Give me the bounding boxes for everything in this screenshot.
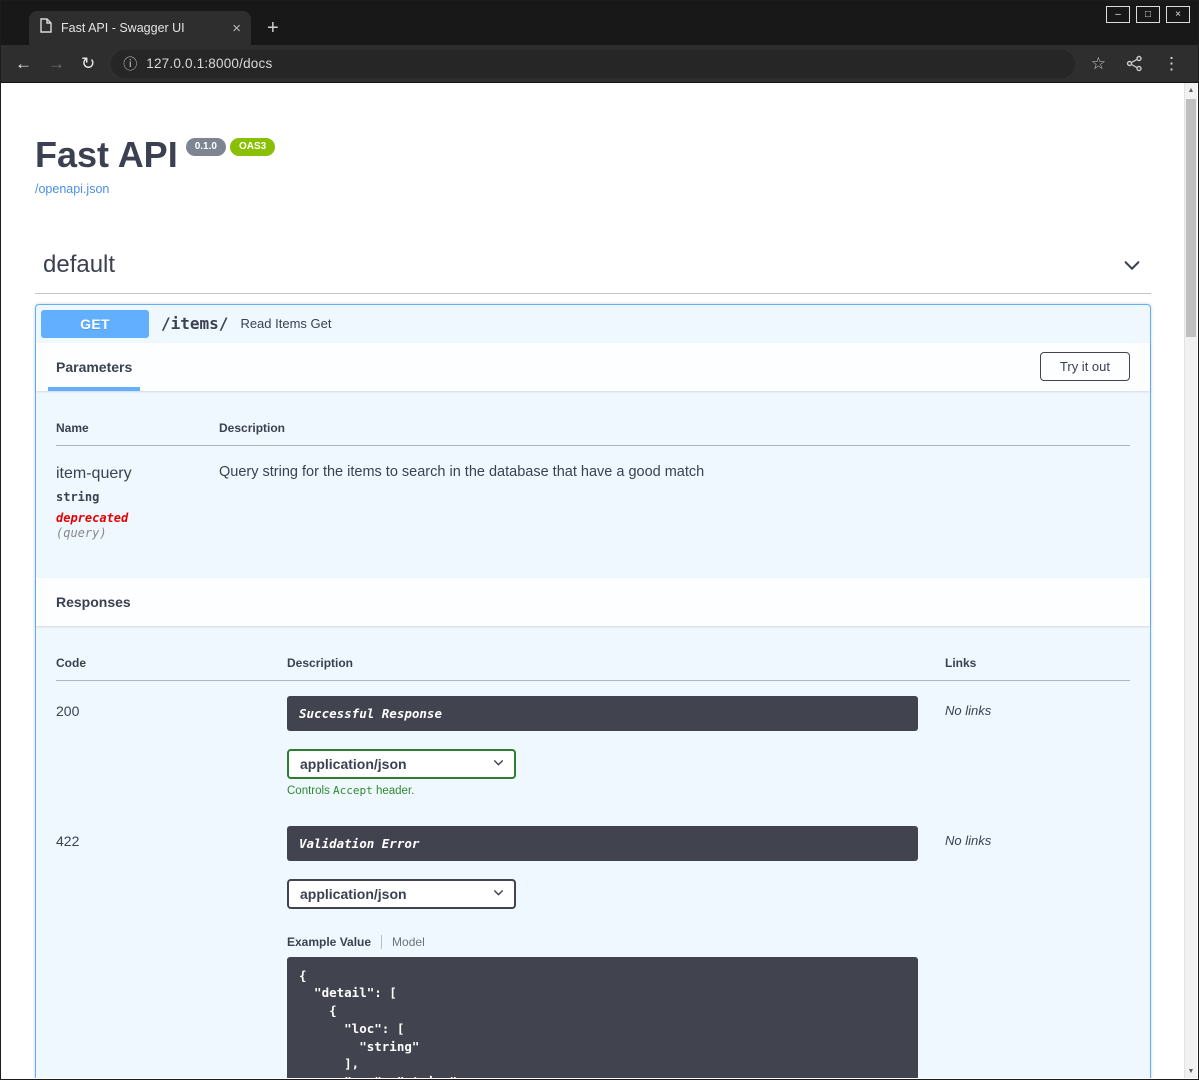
collapse-chevron-icon[interactable] xyxy=(1121,254,1143,276)
scroll-down-icon[interactable]: ▼ xyxy=(1185,1064,1197,1078)
accept-note-prefix: Controls xyxy=(287,784,334,797)
opblock-summary[interactable]: GET /items/ Read Items Get xyxy=(36,305,1150,343)
version-badge: 0.1.0 xyxy=(185,138,226,156)
response-code: 200 xyxy=(56,702,80,719)
scrollbar-thumb[interactable] xyxy=(1186,99,1196,337)
swagger-ui: Fast API 0.1.0 OAS3 /openapi.json defaul… xyxy=(2,83,1184,1078)
media-type-value: application/json xyxy=(300,755,407,772)
media-type-select[interactable]: application/json xyxy=(287,748,516,779)
parameters-header: Parameters Try it out xyxy=(36,342,1150,391)
parameter-deprecated-label: deprecated xyxy=(56,510,129,525)
endpoint-summary: Read Items Get xyxy=(240,316,332,332)
oas3-badge: OAS3 xyxy=(229,138,276,156)
browser-menu-icon[interactable]: ⋮ xyxy=(1163,55,1180,72)
http-method-badge: GET xyxy=(41,309,149,338)
parameter-type: string xyxy=(56,489,100,504)
parameter-row: item-query string deprecated (query) Que… xyxy=(56,445,1130,558)
chevron-down-icon xyxy=(492,756,505,772)
response-row-200: 200 Successful Response application/json xyxy=(56,680,1130,811)
parameters-tab[interactable]: Parameters xyxy=(48,343,141,391)
close-button[interactable]: × xyxy=(1166,6,1190,23)
responses-title: Responses xyxy=(56,593,131,610)
media-type-value: application/json xyxy=(300,885,407,902)
scroll-up-icon[interactable]: ▲ xyxy=(1185,83,1197,97)
bookmark-star-icon[interactable]: ☆ xyxy=(1091,55,1106,72)
media-type-select[interactable]: application/json xyxy=(287,878,516,909)
tag-section-header[interactable]: default xyxy=(35,241,1151,294)
parameter-name: item-query xyxy=(56,464,132,482)
param-col-name: Name xyxy=(56,410,219,446)
page-viewport: Fast API 0.1.0 OAS3 /openapi.json defaul… xyxy=(2,83,1197,1078)
response-message: Validation Error xyxy=(287,825,918,861)
chevron-down-icon xyxy=(492,886,505,902)
browser-toolbar: ← → ↻ ⓘ 127.0.0.1:8000/docs ☆ ⋮ xyxy=(1,45,1198,83)
accept-note-suffix: header. xyxy=(372,784,415,797)
back-icon[interactable]: ← xyxy=(15,55,32,72)
api-badges: 0.1.0 OAS3 xyxy=(185,138,276,156)
example-model-tabs: Example Value Model xyxy=(287,934,945,949)
tab-example-value[interactable]: Example Value xyxy=(287,935,371,949)
toolbar-right: ☆ ⋮ xyxy=(1091,55,1184,72)
forward-icon[interactable]: → xyxy=(48,55,65,72)
parameter-description: Query string for the items to search in … xyxy=(219,463,705,480)
page-scrollbar[interactable]: ▲ ▼ xyxy=(1184,83,1197,1078)
url-text[interactable]: 127.0.0.1:8000/docs xyxy=(146,56,272,71)
api-header: Fast API 0.1.0 OAS3 xyxy=(35,135,1151,175)
endpoint-path: /items/ xyxy=(161,314,229,334)
accept-header-note: Controls Accept header. xyxy=(287,784,945,797)
window-controls: – □ × xyxy=(1106,6,1190,23)
openapi-spec-link[interactable]: /openapi.json xyxy=(35,182,109,196)
resp-col-description: Description xyxy=(287,645,945,681)
responses-table: Code Description Links 200 Successful Re… xyxy=(56,645,1130,1078)
tag-name: default xyxy=(43,250,116,278)
minimize-button[interactable]: – xyxy=(1106,6,1130,23)
tab-title: Fast API - Swagger UI xyxy=(61,21,185,35)
tab-model[interactable]: Model xyxy=(392,935,425,949)
response-message: Successful Response xyxy=(287,695,918,731)
resp-col-links: Links xyxy=(945,645,1130,681)
hub-icon[interactable] xyxy=(1126,55,1143,72)
opblock-get-items: GET /items/ Read Items Get Parameters Tr… xyxy=(35,303,1151,1078)
browser-tab[interactable]: Fast API - Swagger UI × xyxy=(29,11,251,45)
browser-window: Fast API - Swagger UI × + – □ × ← → ↻ ⓘ … xyxy=(0,0,1199,1080)
api-title: Fast API xyxy=(35,134,178,175)
response-row-422: 422 Validation Error application/json Ex… xyxy=(56,811,1130,1078)
parameters-table-container: Name Description item-query string depre… xyxy=(36,391,1150,578)
responses-table-container: Code Description Links 200 Successful Re… xyxy=(36,626,1150,1078)
tab-divider xyxy=(381,934,383,949)
responses-header: Responses xyxy=(36,577,1150,626)
param-col-description: Description xyxy=(219,410,1130,446)
response-code: 422 xyxy=(56,832,80,849)
tab-strip: Fast API - Swagger UI × + – □ × xyxy=(1,1,1198,45)
parameters-table: Name Description item-query string depre… xyxy=(56,410,1130,558)
address-bar[interactable]: ⓘ 127.0.0.1:8000/docs xyxy=(111,49,1075,78)
resp-col-code: Code xyxy=(56,645,287,681)
response-links: No links xyxy=(945,702,992,718)
try-it-out-button[interactable]: Try it out xyxy=(1039,352,1130,382)
page-file-icon xyxy=(39,18,52,38)
site-info-icon[interactable]: ⓘ xyxy=(123,57,137,71)
example-json-block: { "detail": [ { "loc": [ "string" ], "ms… xyxy=(287,956,918,1078)
tab-close-icon[interactable]: × xyxy=(232,21,241,36)
accept-note-code: Accept xyxy=(333,783,373,797)
new-tab-button[interactable]: + xyxy=(267,18,279,38)
maximize-button[interactable]: □ xyxy=(1136,6,1160,23)
response-links: No links xyxy=(945,832,992,848)
parameter-location: (query) xyxy=(56,525,107,540)
reload-icon[interactable]: ↻ xyxy=(81,55,95,72)
